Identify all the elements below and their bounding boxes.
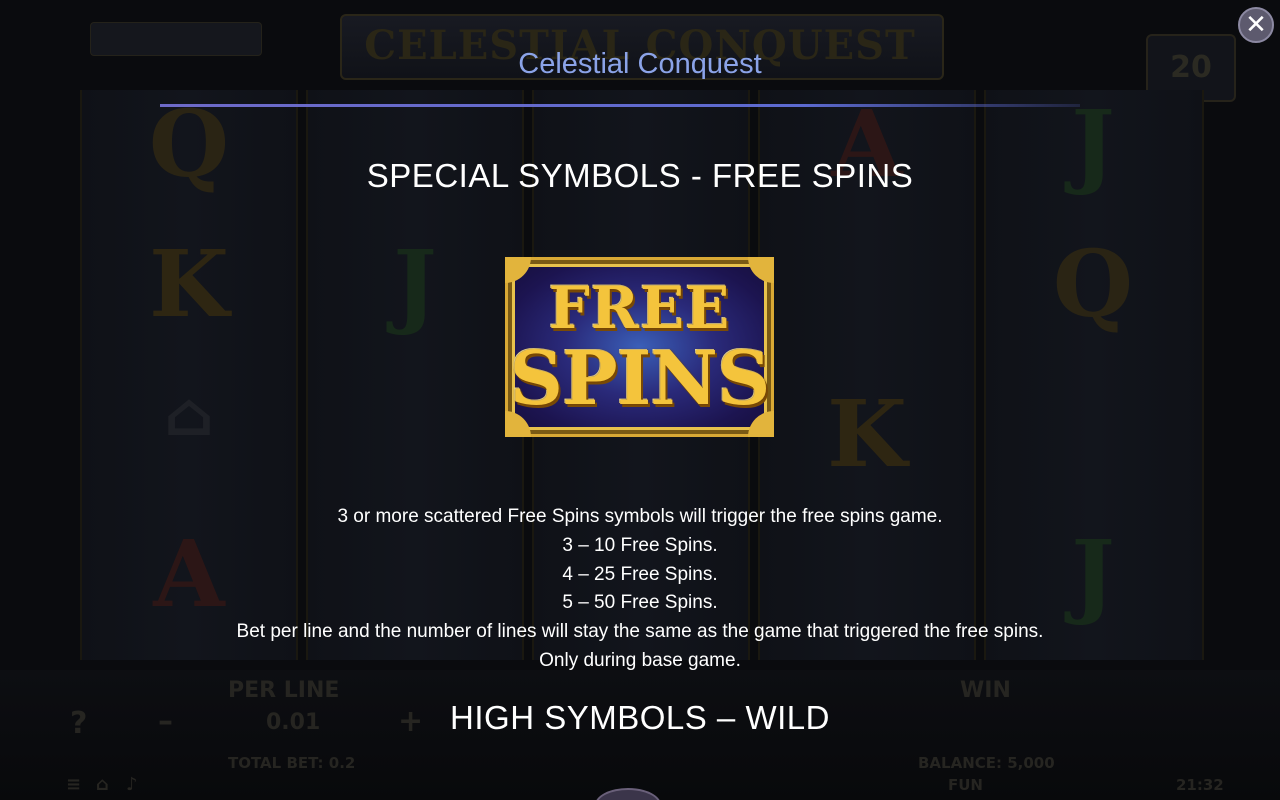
reel-symbol-temple: ⌂ (163, 380, 215, 450)
reel-symbol-j: J (393, 230, 437, 338)
description-line: Bet per line and the number of lines wil… (236, 621, 1044, 643)
symbol-word-spins: SPINS (509, 336, 771, 422)
balance-text: BALANCE: 5,000 (918, 754, 1055, 772)
reel-symbol-q: Q (1052, 230, 1134, 338)
reel-symbol-k: K (149, 230, 229, 338)
description-line: Only during base game. (539, 649, 741, 671)
next-section-heading: HIGH SYMBOLS – WILD (450, 699, 830, 736)
description-line: 3 – 10 Free Spins. (562, 534, 718, 556)
free-spins-symbol: FREE SPINS (505, 257, 774, 437)
fun-label: FUN (948, 776, 983, 794)
reel-symbol-k: K (827, 380, 907, 488)
description-line: 5 – 50 Free Spins. (562, 592, 718, 614)
free-spins-description: 3 or more scattered Free Spins symbols w… (0, 503, 1280, 676)
clock-text: 21:32 (1176, 776, 1224, 794)
symbol-word-free: FREE (548, 274, 731, 342)
panel-title: Celestial Conquest (518, 48, 762, 80)
home-icon[interactable]: ⌂ (96, 774, 109, 795)
title-divider (160, 104, 1080, 107)
section-heading: SPECIAL SYMBOLS - FREE SPINS (366, 157, 914, 194)
close-button[interactable]: ✕ (1238, 7, 1274, 43)
menu-icon[interactable]: ≡ (66, 774, 81, 795)
total-bet-text: TOTAL BET: 0.2 (228, 754, 356, 772)
sound-icon[interactable]: ♪ (126, 774, 138, 795)
description-line: 4 – 25 Free Spins. (562, 563, 718, 585)
description-line: 3 or more scattered Free Spins symbols w… (337, 506, 943, 527)
